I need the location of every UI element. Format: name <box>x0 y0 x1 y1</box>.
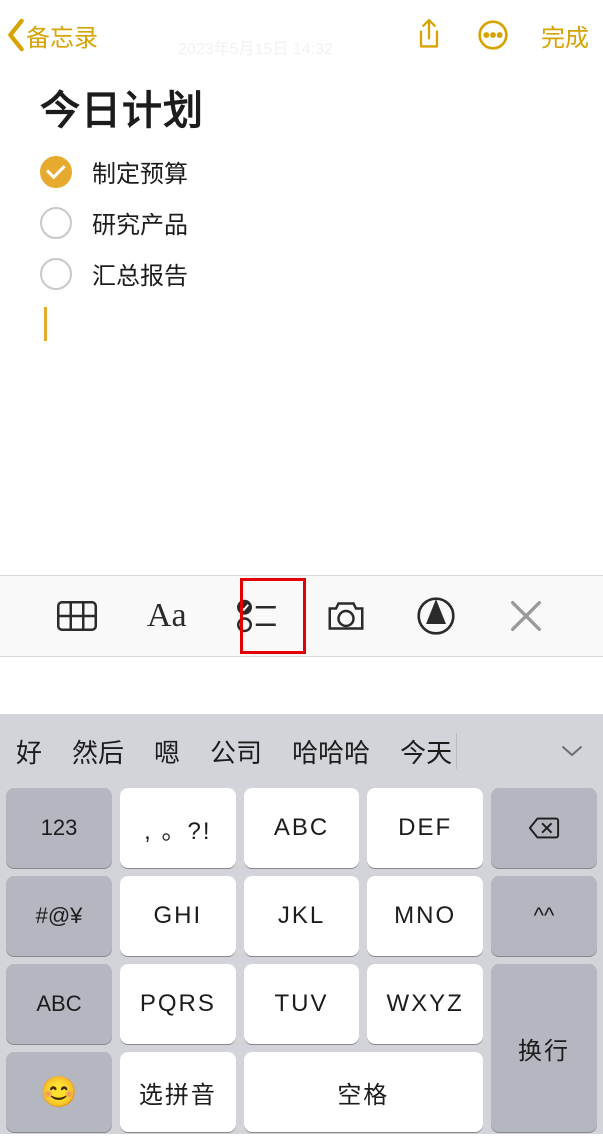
candidate-bar: 好 然后 嗯 公司 哈哈哈 今天 <box>0 714 603 788</box>
key-123[interactable]: 123 <box>6 788 112 868</box>
text-style-button[interactable]: Aa <box>134 583 200 649</box>
close-keyboard-button[interactable] <box>493 583 559 649</box>
text-cursor <box>44 307 47 341</box>
camera-icon <box>326 596 366 636</box>
done-button[interactable]: 完成 <box>541 18 589 53</box>
key-def[interactable]: DEF <box>367 788 483 868</box>
keyboard: 好 然后 嗯 公司 哈哈哈 今天 123 , 。?! ABC DEF #@¥ G… <box>0 714 603 1134</box>
key-punct[interactable]: , 。?! <box>120 788 236 868</box>
backspace-icon <box>528 816 560 840</box>
key-space[interactable]: 空格 <box>244 1052 483 1132</box>
checklist-label[interactable]: 研究产品 <box>92 205 188 240</box>
camera-button[interactable] <box>313 583 379 649</box>
candidate[interactable]: 好 <box>16 733 42 770</box>
table-button[interactable] <box>44 583 110 649</box>
markup-button[interactable] <box>403 583 469 649</box>
key-grid: 123 , 。?! ABC DEF #@¥ GHI JKL MNO ^^ ABC… <box>0 788 603 1140</box>
note-title[interactable]: 今日计划 <box>40 78 563 136</box>
key-mno[interactable]: MNO <box>367 876 483 956</box>
note-body[interactable]: 今日计划 制定预算 研究产品 汇总报告 <box>0 70 603 341</box>
nav-bar: 备忘录 2023年5月15日 14:32 完成 <box>0 0 603 70</box>
candidate[interactable]: 然后 <box>72 733 124 770</box>
checklist-icon <box>237 596 277 636</box>
candidate[interactable]: 公司 <box>210 733 262 770</box>
checklist-label[interactable]: 汇总报告 <box>92 256 188 291</box>
key-jkl[interactable]: JKL <box>244 876 360 956</box>
candidate[interactable]: 嗯 <box>154 733 180 770</box>
key-caret[interactable]: ^^ <box>491 876 597 956</box>
key-abc-mode[interactable]: ABC <box>6 964 112 1044</box>
note-timestamp: 2023年5月15日 14:32 <box>178 35 333 59</box>
format-toolbar: Aa <box>0 575 603 657</box>
back-label: 备忘录 <box>26 18 98 53</box>
candidate[interactable]: 今天 <box>400 733 452 770</box>
key-pinyin[interactable]: 选拼音 <box>120 1052 236 1132</box>
back-button[interactable]: 备忘录 <box>6 18 98 53</box>
key-wxyz[interactable]: WXYZ <box>367 964 483 1044</box>
checkbox-checked-icon[interactable] <box>40 156 72 188</box>
key-abc[interactable]: ABC <box>244 788 360 868</box>
checklist-item[interactable]: 制定预算 <box>40 154 563 189</box>
checklist-button[interactable] <box>224 583 290 649</box>
chevron-down-icon <box>561 744 583 758</box>
more-icon[interactable] <box>477 19 509 51</box>
key-enter[interactable]: 换行 <box>491 964 597 1132</box>
key-pqrs[interactable]: PQRS <box>120 964 236 1044</box>
key-tuv[interactable]: TUV <box>244 964 360 1044</box>
markup-icon <box>416 596 456 636</box>
key-ghi[interactable]: GHI <box>120 876 236 956</box>
checkbox-empty-icon[interactable] <box>40 258 72 290</box>
share-icon[interactable] <box>413 19 445 51</box>
chevron-left-icon <box>6 18 26 52</box>
candidate[interactable]: 哈哈哈 <box>292 733 370 770</box>
checklist-item[interactable]: 汇总报告 <box>40 256 563 291</box>
checkbox-empty-icon[interactable] <box>40 207 72 239</box>
close-icon <box>506 596 546 636</box>
key-backspace[interactable] <box>491 788 597 868</box>
table-icon <box>57 596 97 636</box>
checklist-label[interactable]: 制定预算 <box>92 154 188 189</box>
key-symbols[interactable]: #@¥ <box>6 876 112 956</box>
divider <box>456 733 457 769</box>
checklist-item[interactable]: 研究产品 <box>40 205 563 240</box>
key-emoji[interactable]: 😊 <box>6 1052 112 1132</box>
candidate-expand-button[interactable] <box>557 736 587 766</box>
